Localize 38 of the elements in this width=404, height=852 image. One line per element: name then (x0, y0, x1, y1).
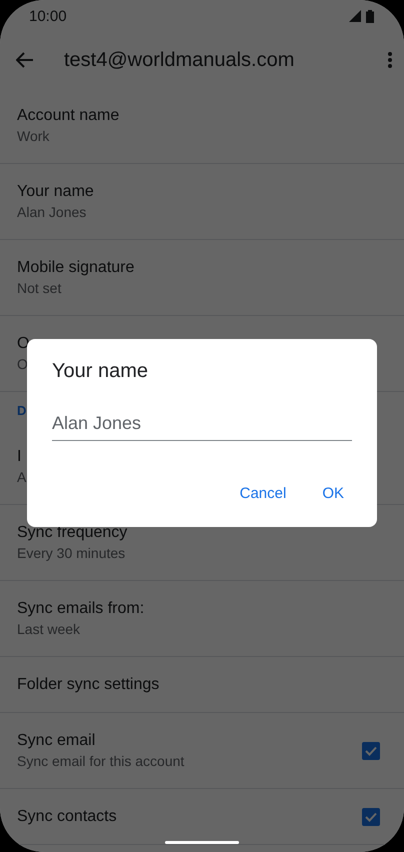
more-icon[interactable] (388, 52, 392, 68)
check-icon (365, 812, 377, 822)
setting-title: Mobile signature (17, 259, 134, 277)
checkbox[interactable] (362, 742, 380, 760)
setting-summary: Last week (17, 621, 80, 637)
setting-row[interactable]: Sync email Sync email for this account (0, 713, 404, 789)
setting-row[interactable]: Account name Work (0, 88, 404, 164)
setting-summary: Alan Jones (17, 204, 86, 220)
check-icon (365, 746, 377, 756)
setting-row[interactable]: Folder sync settings (0, 657, 404, 713)
setting-row[interactable]: Sync emails from: Last week (0, 581, 404, 657)
setting-summary: Sync email for this account (17, 753, 184, 769)
dialog-title: Your name (52, 360, 149, 383)
setting-title: Sync frequency (17, 524, 128, 542)
setting-summary: A (17, 469, 26, 485)
checkbox[interactable] (362, 808, 380, 826)
setting-title: Your name (17, 183, 94, 201)
name-field[interactable]: Alan Jones (52, 413, 352, 441)
setting-title: I (17, 448, 22, 466)
home-handle[interactable] (165, 841, 239, 844)
account-title: test4@worldmanuals.com (64, 48, 296, 72)
setting-row[interactable]: Mobile signature Not set (0, 240, 404, 316)
setting-title: O (17, 335, 30, 353)
setting-title: Sync email (17, 732, 96, 750)
setting-row[interactable]: Your name Alan Jones (0, 164, 404, 240)
setting-summary: Every 30 minutes (17, 545, 126, 561)
section-header: D (17, 403, 26, 418)
setting-summary: Not set (17, 280, 62, 296)
status-time: 10:00 (29, 8, 67, 24)
setting-title: Account name (17, 107, 120, 125)
setting-title: Sync contacts (17, 808, 117, 826)
setting-title: Folder sync settings (17, 676, 160, 694)
battery-icon (366, 10, 374, 22)
setting-title: Sync emails from: (17, 600, 144, 618)
signal-icon (349, 10, 361, 22)
setting-summary: O (17, 356, 28, 372)
back-icon[interactable] (16, 52, 34, 68)
setting-summary: Work (17, 128, 50, 144)
